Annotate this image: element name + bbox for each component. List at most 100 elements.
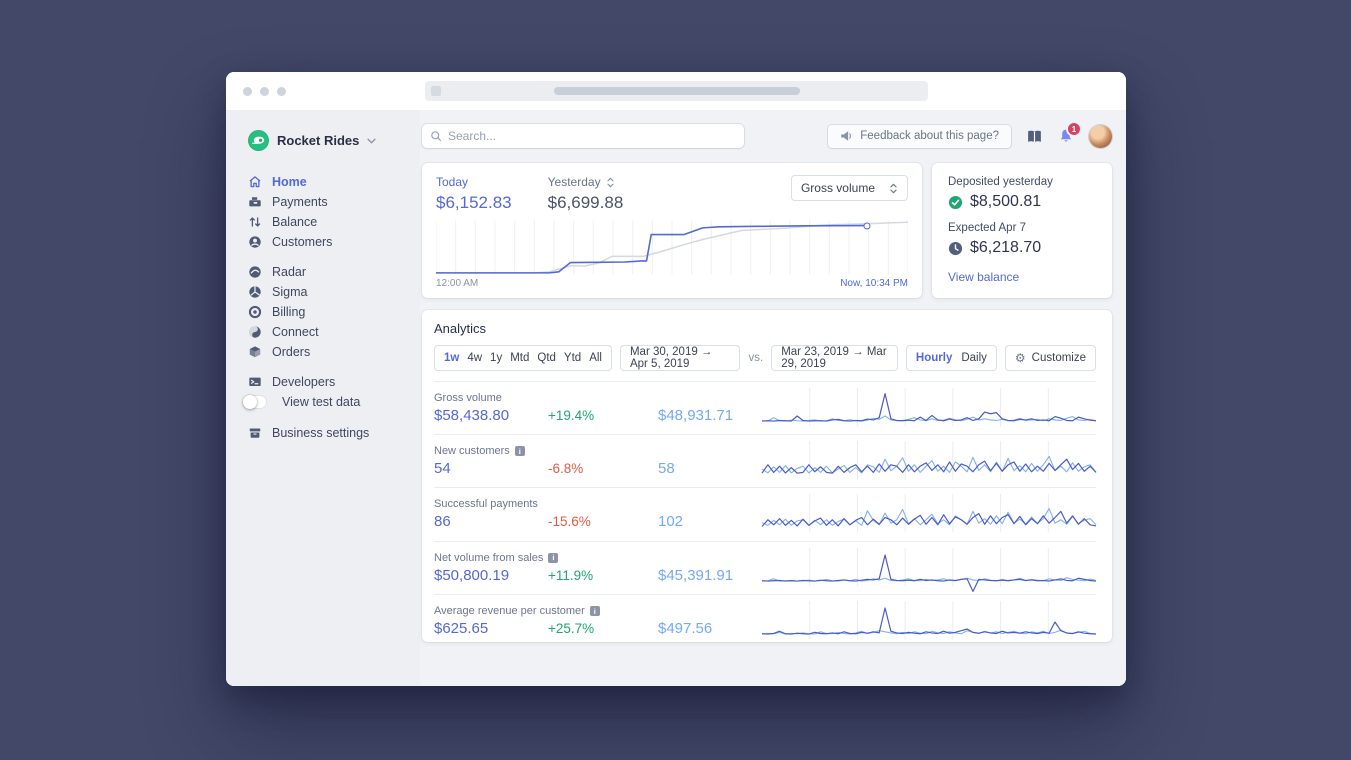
sidebar: Rocket Rides Home Payments Balance Custo… <box>226 110 420 686</box>
granularity-daily[interactable]: Daily <box>961 352 987 364</box>
metric-info: Successful payments i 86 -15.6% 102 <box>434 498 762 530</box>
notifications-button[interactable]: 1 <box>1058 123 1080 144</box>
sidebar-item-balance[interactable]: Balance <box>248 212 420 232</box>
metric-previous-value: $45,391.91 <box>658 566 734 584</box>
sidebar-item-connect[interactable]: Connect <box>248 322 420 342</box>
topbar: Feedback about this page? <box>422 123 1112 148</box>
metric-current-value: 54 <box>434 460 451 478</box>
sidebar-item-orders[interactable]: Orders <box>248 342 420 362</box>
home-icon <box>248 175 262 189</box>
sort-updown-icon[interactable] <box>606 177 615 188</box>
granularity-group: Hourly Daily <box>905 345 997 371</box>
x-axis-start-label: 12:00 AM <box>436 278 479 289</box>
analytics-title: Analytics <box>434 321 487 336</box>
metric-select-value: Gross volume <box>800 181 875 195</box>
metric-select[interactable]: Gross volume <box>790 175 908 201</box>
search-input[interactable] <box>422 124 744 148</box>
info-icon[interactable]: i <box>589 606 600 617</box>
preset-mtd[interactable]: Mtd <box>510 352 529 364</box>
metric-sparkline <box>762 494 1096 534</box>
sidebar-item-payments[interactable]: Payments <box>248 192 420 212</box>
chart-endpoint-marker <box>863 222 871 230</box>
metric-change: +19.4% <box>548 408 595 424</box>
metric-sparkline <box>762 548 1096 588</box>
metric-previous-value: 102 <box>658 513 684 531</box>
metric-info: Gross volume i $58,438.80 +19.4% $48,931… <box>434 392 762 424</box>
metric-current-value: $58,438.80 <box>434 407 510 425</box>
metric-current-value: $625.65 <box>434 620 489 638</box>
metric-info: New customers i 54 -6.8% 58 <box>434 445 762 477</box>
preset-qtd[interactable]: Qtd <box>537 352 556 364</box>
analytics-controls: 1w 4w 1y Mtd Qtd Ytd All Mar 30, 2019 → … <box>434 345 1096 371</box>
sidebar-item-billing[interactable]: Billing <box>248 302 420 322</box>
metric-label: Average revenue per customer <box>434 605 585 618</box>
preset-4w[interactable]: 4w <box>467 352 482 364</box>
sidebar-item-sigma[interactable]: Sigma <box>248 282 420 302</box>
view-balance-link[interactable]: View balance <box>948 270 1096 284</box>
metric-label: New customers <box>434 445 510 458</box>
metric-change: -15.6% <box>548 514 591 530</box>
close-window-button[interactable] <box>243 87 252 96</box>
metric-row-average-revenue[interactable]: Average revenue per customer i $625.65 +… <box>434 595 1096 642</box>
docs-button[interactable] <box>1026 129 1043 144</box>
date-range-primary[interactable]: Mar 30, 2019 → Apr 5, 2019 <box>619 345 741 371</box>
sidebar-item-business-settings[interactable]: Business settings <box>248 423 420 443</box>
sidebar-item-label: Home <box>272 175 307 189</box>
deposited-label: Deposited yesterday <box>948 176 1053 188</box>
metric-row-successful-payments[interactable]: Successful payments i 86 -15.6% 102 <box>434 488 1096 542</box>
clock-icon <box>948 241 963 255</box>
customize-button[interactable]: ⚙ Customize <box>1004 345 1096 371</box>
deposited-value: $8,500.81 <box>970 193 1042 210</box>
info-icon[interactable]: i <box>514 446 525 457</box>
overview-chart <box>436 220 908 275</box>
preset-ytd[interactable]: Ytd <box>564 352 581 364</box>
feedback-button[interactable]: Feedback about this page? <box>828 124 1011 148</box>
date-range-comparison[interactable]: Mar 23, 2019 → Mar 29, 2019 <box>771 345 898 371</box>
deposits-card: Deposited yesterday $8,500.81 Expected A… <box>932 163 1112 298</box>
overview-card: Today $6,152.83 Yesterday $6,699.88 Gros… <box>422 163 922 298</box>
account-switcher[interactable]: Rocket Rides <box>248 130 420 151</box>
sidebar-item-home[interactable]: Home <box>248 172 420 192</box>
minimize-window-button[interactable] <box>260 87 269 96</box>
radar-icon <box>248 265 262 279</box>
sidebar-item-label: Balance <box>272 215 318 229</box>
metric-label: Successful payments <box>434 498 538 511</box>
metric-current-value: 86 <box>434 513 451 531</box>
megaphone-icon <box>841 131 852 141</box>
zoom-window-button[interactable] <box>277 87 286 96</box>
metric-change: +25.7% <box>548 621 595 637</box>
metric-info: Average revenue per customer i $625.65 +… <box>434 605 762 637</box>
address-bar[interactable] <box>425 81 928 101</box>
metric-label: Net volume from sales <box>434 551 544 564</box>
sidebar-item-view-test-data[interactable]: View test data <box>243 392 420 412</box>
metric-label: Gross volume <box>434 392 502 405</box>
sidebar-item-radar[interactable]: Radar <box>248 262 420 282</box>
sidebar-item-label: Orders <box>272 345 311 359</box>
sidebar-item-customers[interactable]: Customers <box>248 232 420 252</box>
balance-icon <box>248 215 262 229</box>
chevron-down-icon <box>367 138 376 144</box>
app-content: Rocket Rides Home Payments Balance Custo… <box>226 110 1126 686</box>
preset-1w[interactable]: 1w <box>444 352 459 364</box>
rocket-rides-logo-icon <box>248 130 269 151</box>
test-data-toggle[interactable] <box>243 395 267 409</box>
sidebar-item-label: Billing <box>272 305 306 319</box>
user-avatar[interactable] <box>1089 124 1112 148</box>
feedback-label: Feedback about this page? <box>860 130 999 142</box>
preset-all[interactable]: All <box>589 352 602 364</box>
metric-row-new-customers[interactable]: New customers i 54 -6.8% 58 <box>434 435 1096 489</box>
metric-row-net-volume[interactable]: Net volume from sales i $50,800.19 +11.9… <box>434 542 1096 595</box>
metric-row-gross-volume[interactable]: Gross volume i $58,438.80 +19.4% $48,931… <box>434 382 1096 436</box>
account-name: Rocket Rides <box>277 133 360 148</box>
info-icon[interactable]: i <box>548 552 559 563</box>
sidebar-item-label: Developers <box>272 375 336 389</box>
business-settings-icon <box>248 426 262 440</box>
nav-group-settings: Business settings <box>248 423 420 443</box>
preset-1y[interactable]: 1y <box>490 352 502 364</box>
analytics-card: Analytics 1w 4w 1y Mtd Qtd Ytd All Mar 3… <box>422 310 1112 642</box>
vs-label: vs. <box>748 352 764 364</box>
granularity-hourly[interactable]: Hourly <box>916 352 952 364</box>
toggle-label: View test data <box>282 395 361 409</box>
url-text-placeholder <box>553 87 800 95</box>
sidebar-item-developers[interactable]: Developers <box>248 372 420 392</box>
